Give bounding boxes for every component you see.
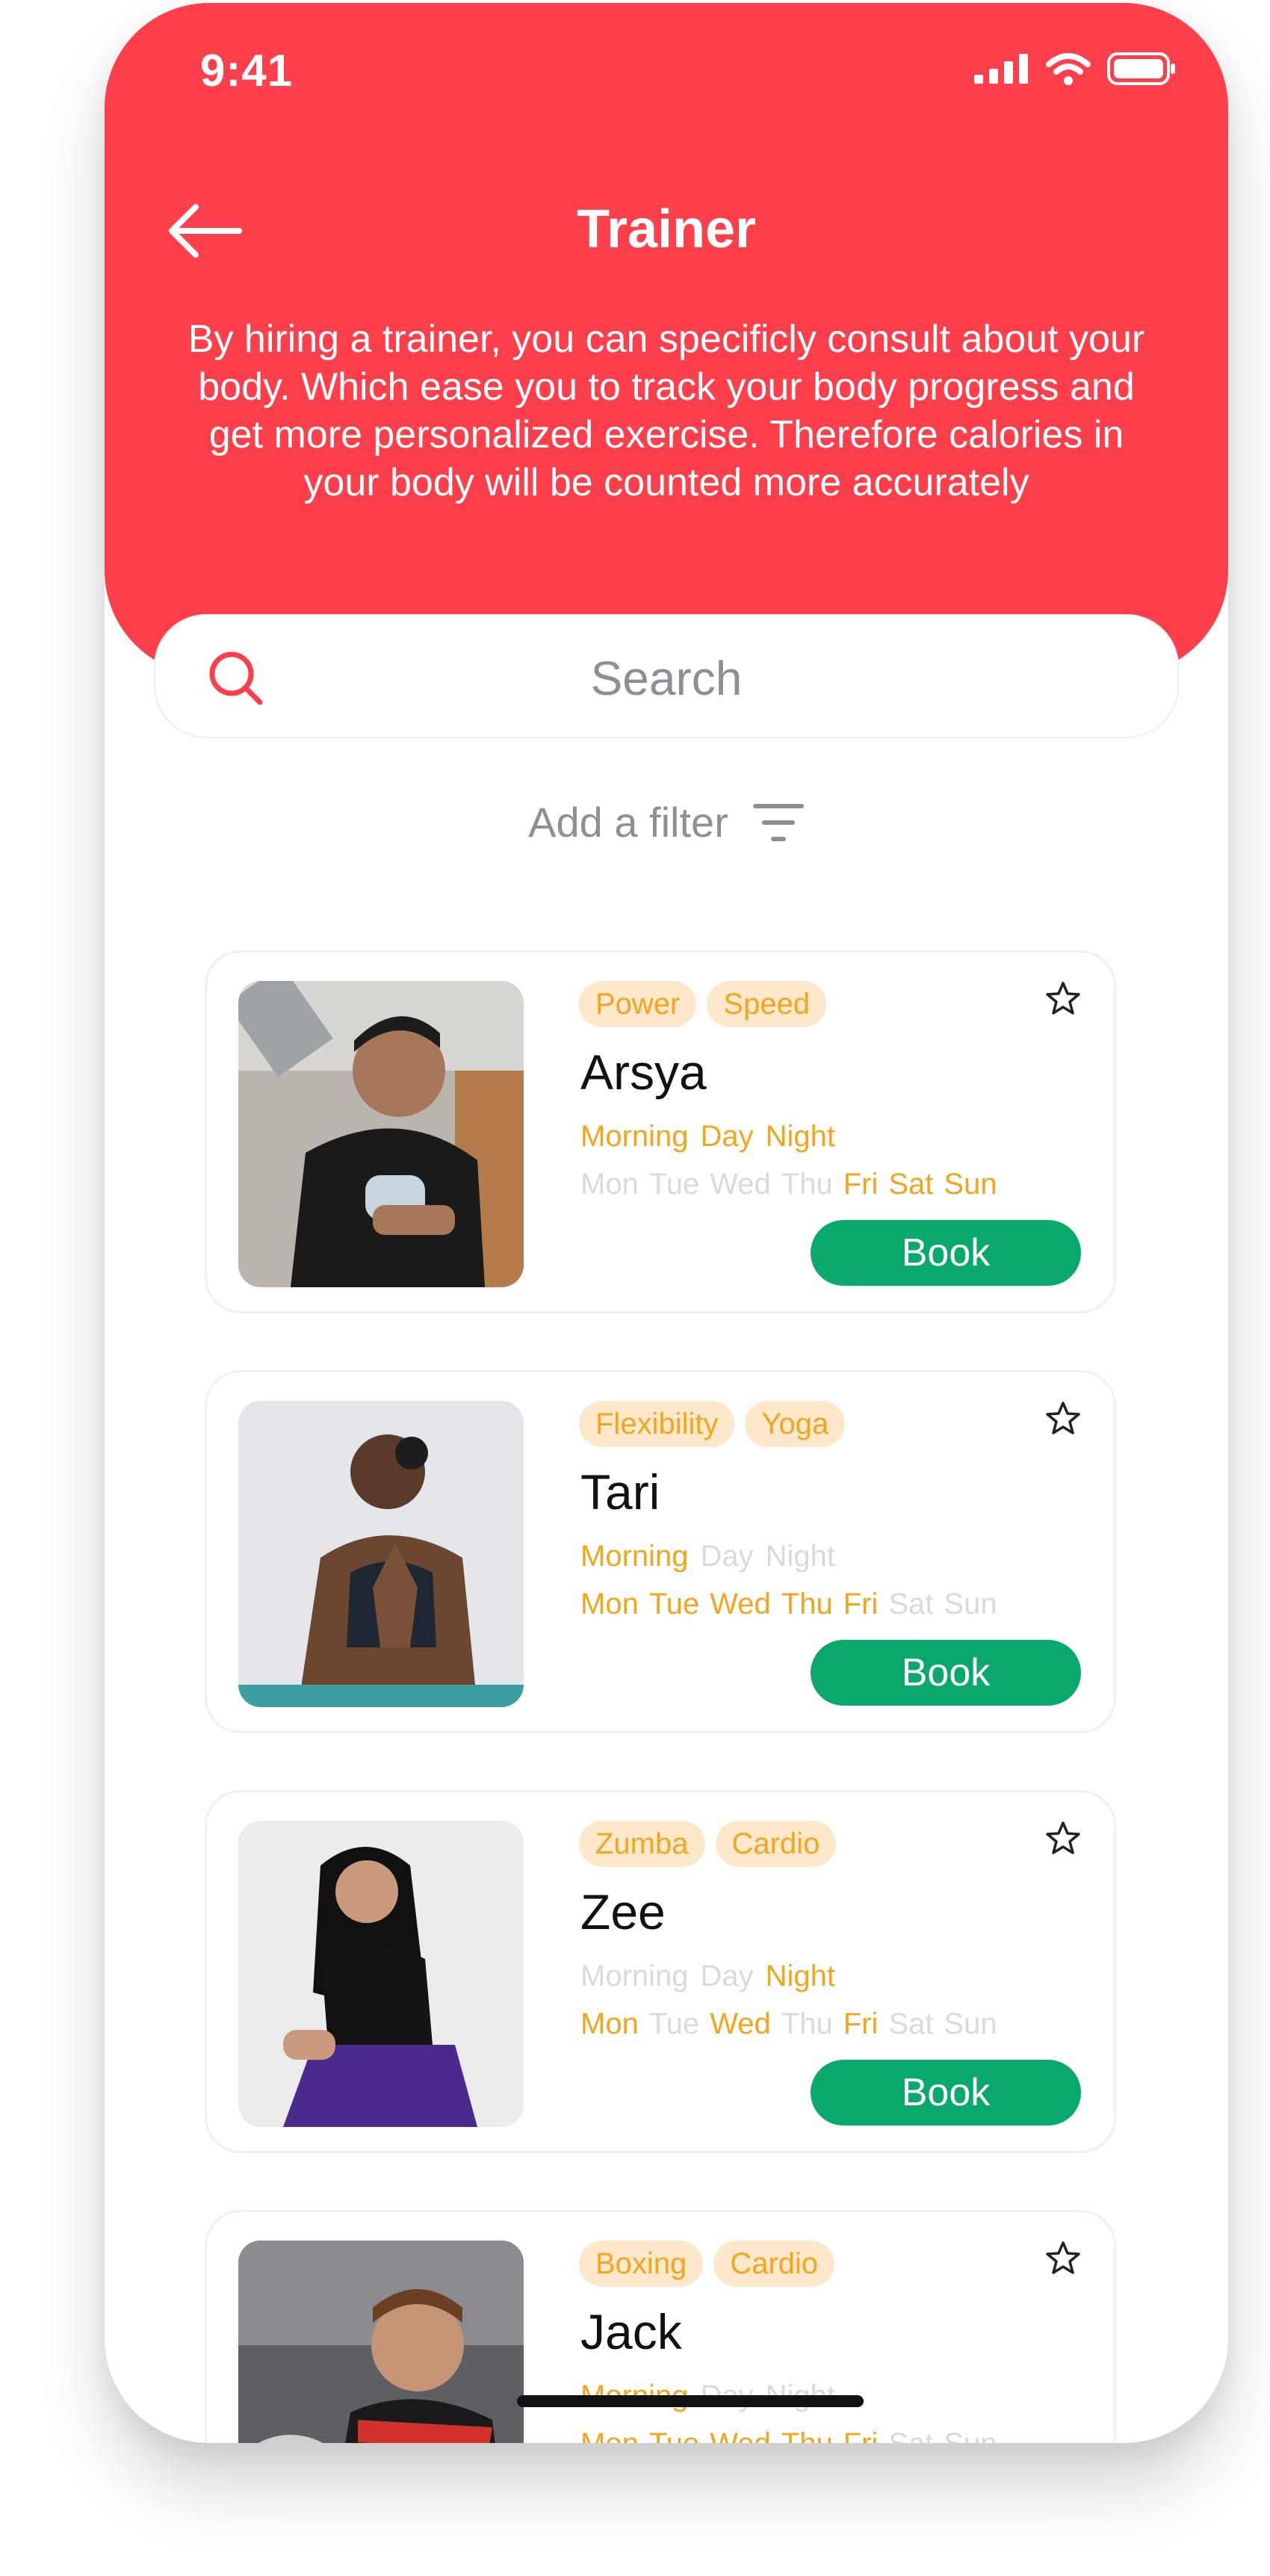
availability-times: Morning Day Night bbox=[580, 1540, 835, 1573]
specialty-tag: Power bbox=[579, 981, 697, 1027]
tag-list: Power Speed bbox=[579, 981, 827, 1027]
day-slot: Sun bbox=[944, 2007, 997, 2040]
time-slot: Night bbox=[765, 1120, 836, 1153]
availability-times: Morning Day Night bbox=[580, 1960, 835, 1993]
favorite-button[interactable] bbox=[1045, 1401, 1081, 1439]
day-slot: Tue bbox=[649, 2427, 699, 2443]
star-icon bbox=[1046, 1821, 1080, 1854]
day-slot: Wed bbox=[710, 2427, 771, 2443]
filter-icon bbox=[752, 803, 804, 841]
book-button[interactable]: Book bbox=[811, 1220, 1081, 1286]
trainer-card[interactable]: Flexibility Yoga Tari Morning Day Night … bbox=[205, 1370, 1116, 1733]
day-slot: Fri bbox=[843, 1168, 879, 1201]
availability-days: Mon Tue Wed Thu Fri Sat Sun bbox=[580, 2427, 997, 2443]
trainer-card[interactable]: Zumba Cardio Zee Morning Day Night Mon T… bbox=[205, 1790, 1116, 2153]
favorite-button[interactable] bbox=[1045, 1821, 1081, 1859]
trainer-photo bbox=[238, 1401, 524, 1707]
day-slot: Thu bbox=[781, 1588, 833, 1620]
favorite-button[interactable] bbox=[1045, 2241, 1081, 2279]
availability-days: Mon Tue Wed Thu Fri Sat Sun bbox=[580, 2007, 997, 2041]
star-icon bbox=[1046, 1402, 1080, 1434]
page-title: Trainer bbox=[576, 199, 757, 259]
time-slot: Day bbox=[700, 1120, 754, 1153]
specialty-tag: Yoga bbox=[745, 1401, 846, 1447]
cellular-signal-icon bbox=[974, 54, 1028, 84]
time-slot: Day bbox=[700, 1960, 754, 1993]
trainer-name: Arsya bbox=[580, 1044, 707, 1100]
status-icons bbox=[974, 52, 1176, 85]
day-slot: Mon bbox=[580, 2007, 639, 2040]
day-slot: Fri bbox=[843, 2427, 879, 2443]
tag-list: Zumba Cardio bbox=[579, 1821, 837, 1867]
star-icon bbox=[1046, 982, 1080, 1015]
day-slot: Wed bbox=[710, 2007, 771, 2040]
day-slot: Tue bbox=[648, 1588, 700, 1620]
day-slot: Fri bbox=[843, 1588, 879, 1620]
specialty-tag: Cardio bbox=[713, 2241, 835, 2287]
trainer-photo bbox=[238, 1821, 524, 2127]
trainer-photo bbox=[238, 2241, 524, 2443]
day-slot: Sun bbox=[944, 1588, 997, 1620]
time-slot: Morning bbox=[580, 1120, 689, 1153]
day-slot: Thu bbox=[781, 1168, 833, 1201]
home-indicator[interactable] bbox=[517, 2395, 864, 2407]
day-slot: Wed bbox=[710, 1588, 771, 1620]
day-slot: Sun bbox=[944, 2427, 997, 2443]
time-slot: Night bbox=[765, 1540, 836, 1573]
battery-icon bbox=[1107, 52, 1175, 85]
search-bar[interactable] bbox=[154, 614, 1179, 738]
add-filter-label: Add a filter bbox=[528, 799, 728, 846]
wifi-icon bbox=[1046, 53, 1091, 85]
day-slot: Mon bbox=[580, 1588, 639, 1620]
day-slot: Mon bbox=[580, 2427, 639, 2443]
star-icon bbox=[1046, 2241, 1080, 2274]
specialty-tag: Cardio bbox=[715, 1821, 837, 1867]
specialty-tag: Boxing bbox=[579, 2241, 704, 2287]
search-input[interactable] bbox=[275, 645, 1058, 711]
availability-days: Mon Tue Wed Thu Fri Sat Sun bbox=[580, 1168, 997, 1201]
time-slot: Night bbox=[765, 1960, 836, 1993]
day-slot: Sat bbox=[888, 1588, 934, 1620]
trainer-name: Zee bbox=[580, 1884, 666, 1939]
day-slot: Sun bbox=[944, 1168, 997, 1201]
trainer-name: Tari bbox=[580, 1464, 660, 1520]
specialty-tag: Zumba bbox=[579, 1821, 705, 1867]
phone-screen: 9:41 Trainer By hiring a trainer, you ca… bbox=[105, 3, 1228, 2443]
day-slot: Sat bbox=[888, 1168, 934, 1201]
status-time: 9:41 bbox=[200, 46, 294, 96]
trainer-photo bbox=[238, 981, 524, 1287]
day-slot: Mon bbox=[580, 1168, 639, 1201]
availability-days: Mon Tue Wed Thu Fri Sat Sun bbox=[580, 1588, 997, 1621]
time-slot: Day bbox=[700, 1540, 754, 1573]
trainer-name: Jack bbox=[580, 2304, 682, 2359]
trainer-card[interactable]: Boxing Cardio Jack Morning Day Night Mon… bbox=[205, 2210, 1116, 2443]
day-slot: Thu bbox=[781, 2007, 833, 2040]
time-slot: Morning bbox=[580, 1540, 689, 1573]
availability-times: Morning Day Night bbox=[580, 1120, 835, 1154]
specialty-tag: Speed bbox=[707, 981, 827, 1027]
search-icon bbox=[209, 651, 263, 705]
page-description: By hiring a trainer, you can specificly … bbox=[188, 318, 1145, 504]
specialty-tag: Flexibility bbox=[579, 1401, 735, 1447]
book-button[interactable]: Book bbox=[811, 2060, 1081, 2125]
favorite-button[interactable] bbox=[1045, 981, 1081, 1019]
tag-list: Boxing Cardio bbox=[579, 2241, 835, 2287]
day-slot: Tue bbox=[648, 2007, 700, 2040]
day-slot: Tue bbox=[648, 1168, 700, 1201]
trainer-card[interactable]: Power Speed Arsya Morning Day Night Mon … bbox=[205, 950, 1116, 1313]
book-button[interactable]: Book bbox=[811, 1640, 1081, 1706]
time-slot: Morning bbox=[580, 1960, 689, 1993]
tag-list: Flexibility Yoga bbox=[579, 1401, 846, 1447]
day-slot: Wed bbox=[710, 1168, 771, 1201]
add-filter-button[interactable]: Add a filter bbox=[105, 798, 1228, 846]
day-slot: Thu bbox=[781, 2427, 833, 2443]
day-slot: Fri bbox=[843, 2007, 879, 2040]
day-slot: Sat bbox=[888, 2427, 933, 2443]
day-slot: Sat bbox=[888, 2007, 934, 2040]
